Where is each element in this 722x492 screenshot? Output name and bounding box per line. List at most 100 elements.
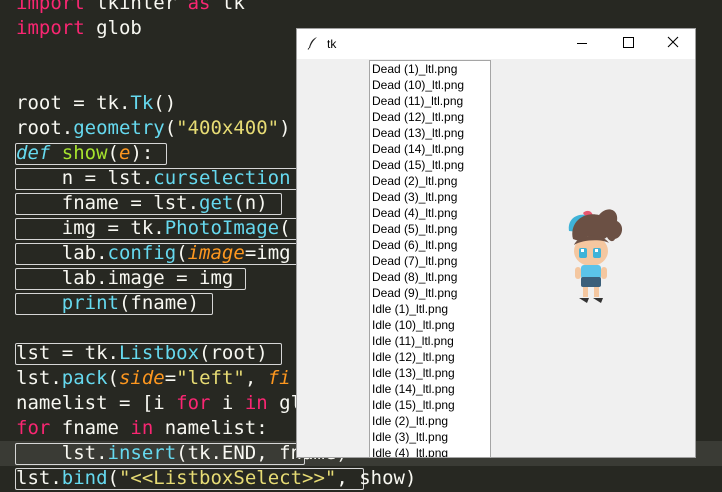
code-token: pack bbox=[61, 367, 108, 389]
window-title: tk bbox=[327, 37, 337, 51]
code-line[interactable]: for fname in namelist: bbox=[16, 416, 268, 441]
code-token: () bbox=[153, 92, 177, 114]
listbox-item[interactable]: Idle (4)_ltl.png bbox=[370, 445, 490, 457]
code-line[interactable]: n = lst.curselection bbox=[16, 166, 291, 191]
code-token: print bbox=[61, 292, 119, 314]
listbox-item[interactable]: Dead (15)_ltl.png bbox=[370, 157, 490, 173]
code-token: get bbox=[199, 192, 234, 214]
code-token: lab. bbox=[16, 242, 108, 264]
code-token: root = tk. bbox=[16, 92, 131, 114]
code-token: (fname) bbox=[118, 292, 200, 314]
listbox-item[interactable]: Dead (1)_ltl.png bbox=[370, 61, 490, 77]
code-token: PhotoImage bbox=[164, 217, 280, 239]
code-token: , show) bbox=[336, 467, 417, 489]
code-token: = bbox=[164, 367, 177, 389]
title-bar[interactable]: tk bbox=[297, 29, 695, 59]
listbox-item[interactable]: Dead (4)_ltl.png bbox=[370, 205, 490, 221]
code-token: ( bbox=[164, 117, 177, 139]
code-line[interactable]: fname = lst.get(n) bbox=[16, 191, 268, 216]
code-token: import bbox=[16, 17, 85, 39]
code-token: ( bbox=[107, 367, 119, 389]
code-token: Tk bbox=[130, 92, 154, 114]
code-token: Listbox bbox=[118, 342, 200, 364]
code-token: in bbox=[244, 392, 268, 414]
maximize-button[interactable] bbox=[605, 29, 651, 59]
listbox-item[interactable]: Dead (3)_ltl.png bbox=[370, 189, 490, 205]
code-token: namelist: bbox=[153, 417, 268, 439]
listbox-item[interactable]: Dead (6)_ltl.png bbox=[370, 237, 490, 253]
code-line[interactable]: lst.bind("<<ListboxSelect>>", show) bbox=[16, 466, 416, 491]
code-line[interactable]: lab.config(image=img bbox=[16, 241, 291, 266]
code-token: ( bbox=[279, 217, 291, 239]
listbox-item[interactable]: Dead (5)_ltl.png bbox=[370, 221, 490, 237]
listbox-item[interactable]: Idle (15)_ltl.png bbox=[370, 397, 490, 413]
code-line[interactable]: namelist = [i for i in gl bbox=[16, 391, 302, 416]
file-listbox[interactable]: Dead (1)_ltl.png Dead (10)_ltl.png Dead (1… bbox=[369, 60, 491, 458]
code-line[interactable]: root.geometry("400x400") bbox=[16, 116, 291, 141]
code-token: in bbox=[130, 417, 154, 439]
code-token: (root) bbox=[199, 342, 268, 364]
code-token: curselection bbox=[153, 167, 291, 189]
listbox-item[interactable]: Dead (10)_ltl.png bbox=[370, 77, 490, 93]
code-token: as bbox=[187, 0, 211, 14]
code-line[interactable]: lst.pack(side="left", fi bbox=[16, 366, 291, 391]
listbox-item[interactable]: Dead (7)_ltl.png bbox=[370, 253, 490, 269]
listbox-item[interactable]: Idle (11)_ltl.png bbox=[370, 333, 490, 349]
listbox-item[interactable]: Idle (10)_ltl.png bbox=[370, 317, 490, 333]
code-token: glob bbox=[84, 17, 142, 39]
listbox-item[interactable]: Idle (2)_ltl.png bbox=[370, 413, 490, 429]
code-token: bind bbox=[61, 467, 108, 489]
listbox-item[interactable]: Idle (3)_ltl.png bbox=[370, 429, 490, 445]
code-token: show bbox=[61, 142, 108, 164]
code-token: lst. bbox=[16, 467, 62, 489]
code-line[interactable]: img = tk.PhotoImage( bbox=[16, 216, 291, 241]
listbox-item[interactable]: Dead (12)_ltl.png bbox=[370, 109, 490, 125]
code-token: ): bbox=[130, 142, 154, 164]
close-button[interactable] bbox=[650, 29, 696, 59]
listbox-item[interactable]: Dead (13)_ltl.png bbox=[370, 125, 490, 141]
code-token: tk bbox=[210, 0, 245, 14]
listbox-item[interactable]: Idle (14)_ltl.png bbox=[370, 381, 490, 397]
code-token: "left" bbox=[176, 367, 245, 389]
code-token: "400x400" bbox=[176, 117, 280, 139]
feather-icon bbox=[307, 36, 319, 55]
code-token: i bbox=[210, 392, 245, 414]
code-token: fname bbox=[50, 417, 131, 439]
code-line[interactable]: import tkinter as tk bbox=[16, 0, 245, 16]
listbox-item[interactable]: Dead (14)_ltl.png bbox=[370, 141, 490, 157]
code-token: namelist = [i bbox=[16, 392, 177, 414]
listbox-item[interactable]: Dead (8)_ltl.png bbox=[370, 269, 490, 285]
code-token: =img bbox=[244, 242, 291, 264]
code-token: ) bbox=[279, 117, 291, 139]
code-line[interactable]: root = tk.Tk() bbox=[16, 91, 176, 116]
code-line[interactable]: lab.image = img bbox=[16, 266, 234, 291]
code-token: (n) bbox=[233, 192, 268, 214]
character-image bbox=[563, 203, 629, 318]
listbox-item[interactable]: Dead (2)_ltl.png bbox=[370, 173, 490, 189]
minimize-button[interactable] bbox=[559, 29, 605, 59]
code-line[interactable]: print(fname) bbox=[16, 291, 199, 316]
listbox-item[interactable]: Idle (13)_ltl.png bbox=[370, 365, 490, 381]
code-token: import bbox=[16, 0, 85, 14]
code-token: geometry bbox=[73, 117, 165, 139]
code-token: lst. bbox=[16, 442, 108, 464]
listbox-item[interactable]: Dead (9)_ltl.png bbox=[370, 285, 490, 301]
code-line[interactable]: import glob bbox=[16, 16, 142, 41]
code-token: fi bbox=[267, 367, 291, 389]
code-token: config bbox=[107, 242, 177, 264]
code-line[interactable]: def show(e): bbox=[16, 141, 153, 166]
code-token: lab.image = img bbox=[16, 267, 234, 289]
code-token: for bbox=[16, 417, 51, 439]
code-token: def bbox=[16, 142, 51, 164]
code-token: insert bbox=[107, 442, 177, 464]
listbox-item[interactable]: Dead (11)_ltl.png bbox=[370, 93, 490, 109]
listbox-item[interactable]: Idle (12)_ltl.png bbox=[370, 349, 490, 365]
tk-window[interactable]: tk Dead (1)_ltl.png Dead (10)_ltl.png Dead… bbox=[296, 28, 696, 458]
code-token: lst = tk. bbox=[16, 342, 119, 364]
code-line[interactable]: lst = tk.Listbox(root) bbox=[16, 341, 268, 366]
code-token: side bbox=[118, 367, 165, 389]
code-token: ( bbox=[107, 142, 119, 164]
code-token: img = tk. bbox=[16, 217, 165, 239]
listbox-item[interactable]: Idle (1)_ltl.png bbox=[370, 301, 490, 317]
